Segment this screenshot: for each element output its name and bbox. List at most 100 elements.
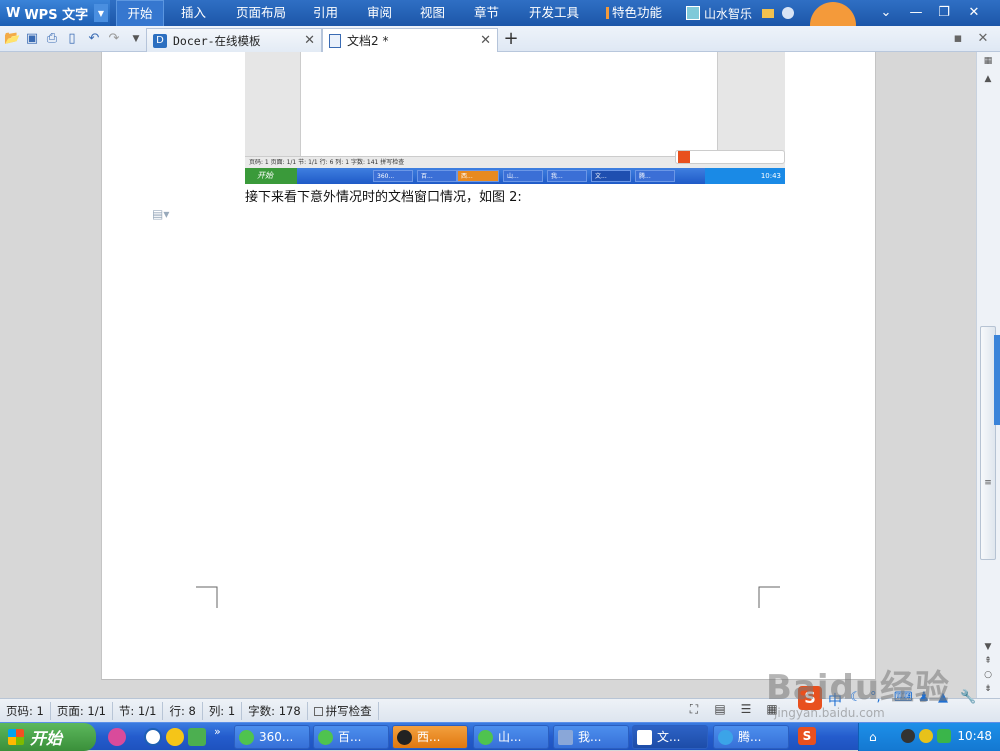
mail-icon[interactable] <box>762 8 775 18</box>
embedded-task: 山... <box>503 170 543 182</box>
taskbar-item[interactable]: 山... <box>473 725 549 749</box>
start-button[interactable]: 开始 <box>0 723 96 751</box>
sogou-icon[interactable]: S <box>798 727 816 745</box>
side-panel-toggle[interactable] <box>994 335 1000 425</box>
tab-reference[interactable]: 引用 <box>313 0 338 26</box>
redo-icon[interactable]: ↷ <box>106 31 122 47</box>
app-icon <box>239 730 254 745</box>
watermark-logo: Baidu经验 <box>766 668 951 708</box>
taskbar-item[interactable]: 腾... <box>713 725 789 749</box>
app-icon <box>478 730 493 745</box>
taskbar-item-label: 文... <box>657 730 681 744</box>
taskbar-item-label: 腾... <box>738 730 762 744</box>
windows-logo-icon <box>8 729 24 745</box>
user-area[interactable]: 山水智乐 <box>686 0 795 26</box>
taskbar-item[interactable]: 文... <box>632 725 708 749</box>
app-icon <box>718 730 733 745</box>
user-name: 山水智乐 <box>704 6 753 21</box>
print-preview-icon[interactable]: ▯ <box>64 31 80 47</box>
page-corner-mark-icon <box>196 586 218 608</box>
security-icon[interactable] <box>919 729 933 743</box>
taskbar-item-label: 山... <box>498 730 522 744</box>
status-section: 节: 1/1 <box>113 701 164 720</box>
embedded-page <box>300 52 718 156</box>
docer-icon: D <box>153 33 167 48</box>
app-icon <box>558 730 573 745</box>
taskbar-item[interactable]: 百... <box>313 725 389 749</box>
clock[interactable]: 10:48 <box>957 729 992 743</box>
embedded-task: 文... <box>591 170 631 182</box>
tab-view[interactable]: 视图 <box>420 0 445 26</box>
embedded-screenshot-image[interactable]: 页码: 1 页面: 1/1 节: 1/1 行: 6 列: 1 字数: 141 拼… <box>245 52 785 184</box>
skin-icon[interactable] <box>782 7 795 19</box>
quick-launch-icon[interactable] <box>166 728 184 746</box>
chevron-right-icon[interactable]: » <box>214 725 221 738</box>
wps-logo-icon: W <box>6 5 21 21</box>
page-view-icon[interactable]: ▤ <box>712 702 728 718</box>
watermark-url: jingyan.baidu.com <box>774 706 885 720</box>
restore-doc-icon[interactable]: ▪ <box>950 31 966 47</box>
tab-review[interactable]: 审阅 <box>367 0 392 26</box>
scroll-up-icon[interactable]: ▲ <box>980 74 996 88</box>
tab-label: 文档2 * <box>347 34 389 48</box>
network-icon[interactable]: ⌂ <box>869 730 877 744</box>
app-menu-button[interactable]: W WPS 文字 ▼ <box>0 0 110 26</box>
status-page: 页码: 1 <box>0 701 51 720</box>
embedded-task: 360... <box>373 170 413 182</box>
minimize-icon[interactable]: — <box>906 3 926 23</box>
save-icon[interactable]: ▣ <box>24 31 40 47</box>
checkbox-icon <box>313 706 323 716</box>
antivirus-icon[interactable] <box>901 729 915 743</box>
taskbar-item-label: 西... <box>417 730 441 744</box>
tab-start[interactable]: 开始 <box>116 0 164 26</box>
app-icon <box>318 730 333 745</box>
sogou-icon <box>678 151 690 163</box>
close-icon[interactable]: ✕ <box>480 33 491 48</box>
tab-developer[interactable]: 开发工具 <box>529 0 579 26</box>
taskbar-item-label: 我... <box>578 730 602 744</box>
taskbar-item[interactable]: 西... <box>392 725 468 749</box>
spell-check-label: 拼写检查 <box>325 703 372 718</box>
close-icon[interactable]: ✕ <box>964 3 984 23</box>
restore-icon[interactable]: ❐ <box>934 3 954 23</box>
fullscreen-icon[interactable]: ⛶ <box>686 702 702 718</box>
embedded-taskbar: 开始 360... 百... 西... 山... 我... 文... 腾... … <box>245 168 785 184</box>
tab-page-layout[interactable]: 页面布局 <box>236 0 286 26</box>
print-icon[interactable]: ⎙ <box>44 31 60 47</box>
status-word-count[interactable]: 字数: 178 <box>242 701 308 720</box>
taskbar-item[interactable]: 360... <box>234 725 310 749</box>
document-paragraph[interactable]: 接下来看下意外情况时的文档窗口情况，如图 2: <box>245 186 522 205</box>
ruler-toggle-icon[interactable]: ▦ <box>980 56 996 70</box>
embedded-task: 我... <box>547 170 587 182</box>
chevron-down-icon[interactable]: ⌄ <box>876 3 896 23</box>
tab-docer-templates[interactable]: D Docer-在线模板 ✕ <box>146 28 322 52</box>
app-icon <box>397 730 412 745</box>
new-tab-icon[interactable]: + <box>503 30 519 48</box>
tab-insert[interactable]: 插入 <box>181 0 206 26</box>
chevron-down-icon[interactable]: ▼ <box>128 31 144 47</box>
quick-launch-icon[interactable] <box>188 728 206 746</box>
embedded-task: 腾... <box>635 170 675 182</box>
app-icon <box>637 730 652 745</box>
taskbar-item-label: 百... <box>338 730 362 744</box>
tab-special-label: 特色功能 <box>612 5 663 20</box>
chevron-down-icon[interactable]: ▼ <box>94 4 108 22</box>
start-label: 开始 <box>30 729 63 748</box>
spell-check-toggle[interactable]: 拼写检查 <box>308 701 379 720</box>
tab-special[interactable]: 特色功能 <box>606 0 662 26</box>
undo-icon[interactable]: ↶ <box>86 31 102 47</box>
baidu-watermark: Baidu经验 jingyan.baidu.com <box>762 640 992 720</box>
quick-launch-icon[interactable] <box>144 728 162 746</box>
taskbar-item[interactable]: 我... <box>553 725 629 749</box>
shield-icon[interactable] <box>937 729 951 743</box>
open-folder-icon[interactable]: 📂 <box>4 31 20 47</box>
special-marker-icon <box>606 7 609 19</box>
tab-document-2[interactable]: 文档2 * ✕ <box>322 28 498 52</box>
quick-launch-icon[interactable] <box>108 728 126 746</box>
close-icon[interactable]: ✕ <box>304 33 315 48</box>
close-doc-icon[interactable]: ✕ <box>975 31 991 47</box>
outline-view-icon[interactable]: ☰ <box>738 702 754 718</box>
system-tray: ⌂ 10:48 <box>858 723 1000 751</box>
paragraph-marker-icon[interactable]: ▤▾ <box>152 207 169 223</box>
tab-chapter[interactable]: 章节 <box>474 0 499 26</box>
